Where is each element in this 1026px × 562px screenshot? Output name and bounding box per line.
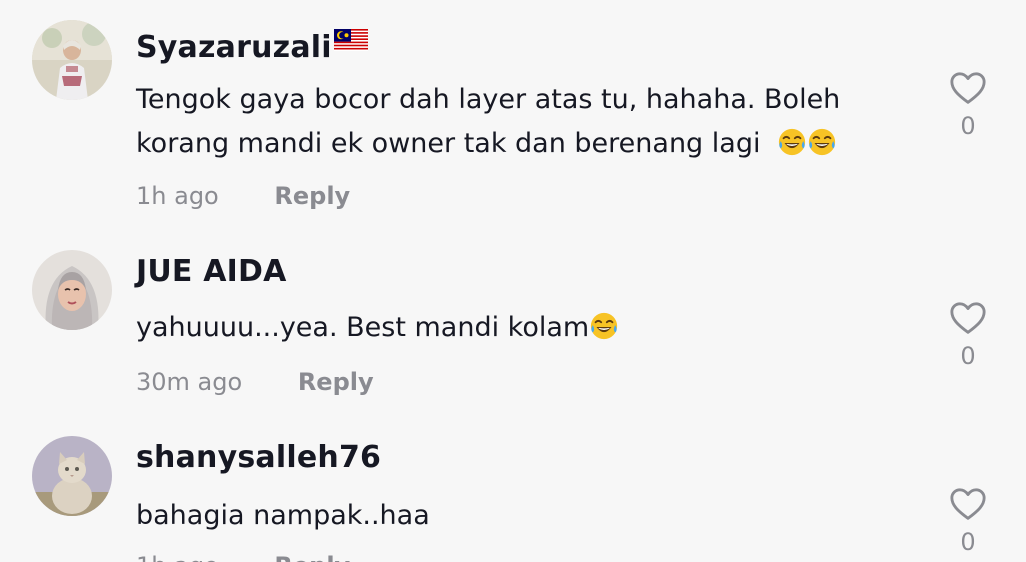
timestamp: 1h ago <box>136 182 219 210</box>
username[interactable]: shanysalleh76 <box>136 440 381 475</box>
username-text[interactable]: Syazaruzali <box>136 30 332 65</box>
like-button[interactable]: 0 <box>946 70 990 140</box>
avatar[interactable] <box>32 20 112 100</box>
like-count: 0 <box>960 112 976 140</box>
comment-meta: 30m ago Reply <box>136 368 374 396</box>
like-count: 0 <box>960 342 976 370</box>
comment-body: yahuuuu...yea. Best mandi kolam <box>136 312 590 343</box>
comment-item: JUE AIDA yahuuuu...yea. Best mandi kolam… <box>0 232 1026 418</box>
username[interactable]: Syazaruzali <box>136 24 368 65</box>
reply-button[interactable]: Reply <box>274 552 350 562</box>
comment-item: Syazaruzali Tengok gaya bocor dah layer … <box>0 0 1026 226</box>
timestamp: 30m ago <box>136 368 243 396</box>
comment-item: shanysalleh76 bahagia nampak..haa 1h ago… <box>0 418 1026 562</box>
comment-list: Syazaruzali Tengok gaya bocor dah layer … <box>0 0 1026 562</box>
avatar[interactable] <box>32 436 112 516</box>
like-count: 0 <box>960 528 976 556</box>
comment-text: bahagia nampak..haa <box>136 494 926 538</box>
reply-button[interactable]: Reply <box>274 182 350 210</box>
avatar[interactable] <box>32 250 112 330</box>
like-button[interactable]: 0 <box>946 486 990 556</box>
timestamp: 1h ago <box>136 552 219 562</box>
comment-body: Tengok gaya bocor dah layer atas tu, hah… <box>136 84 841 159</box>
comment-body: bahagia nampak..haa <box>136 500 430 531</box>
comment-meta: 1h ago Reply <box>136 182 350 210</box>
reply-button[interactable]: Reply <box>298 368 374 396</box>
malaysia-flag-icon <box>333 24 368 59</box>
tears-of-joy-emoji-icon <box>777 127 807 157</box>
comment-text: Tengok gaya bocor dah layer atas tu, hah… <box>136 78 926 166</box>
comment-meta: 1h ago Reply <box>136 552 350 562</box>
tears-of-joy-emoji-icon <box>589 311 619 341</box>
heart-icon[interactable] <box>948 300 988 338</box>
username[interactable]: JUE AIDA <box>136 254 287 289</box>
tears-of-joy-emoji-icon <box>807 127 837 157</box>
heart-icon[interactable] <box>948 486 988 524</box>
heart-icon[interactable] <box>948 70 988 108</box>
comment-text: yahuuuu...yea. Best mandi kolam <box>136 306 926 350</box>
like-button[interactable]: 0 <box>946 300 990 370</box>
